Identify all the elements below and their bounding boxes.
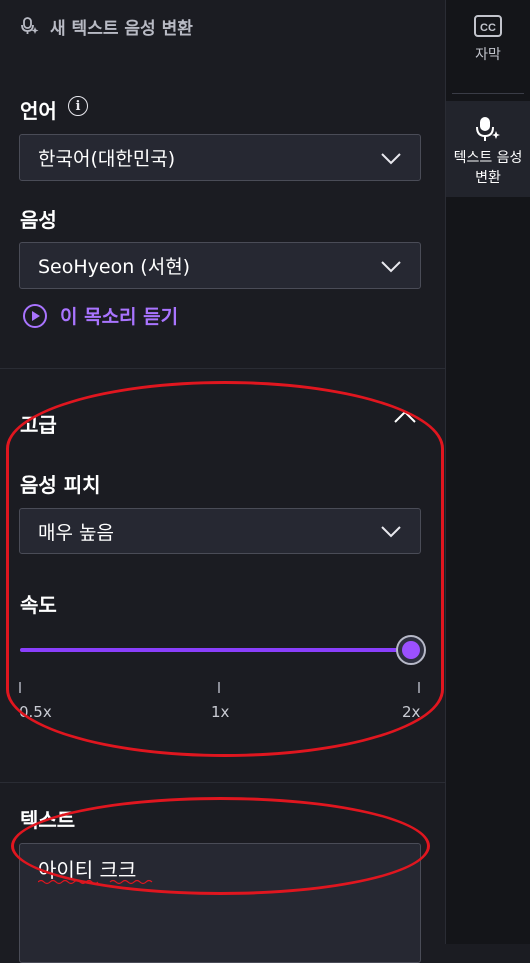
chevron-down-icon <box>381 260 401 272</box>
chevron-down-icon <box>381 526 401 538</box>
speed-tick <box>418 682 420 693</box>
voice-select[interactable]: SeoHyeon (서현) <box>19 242 421 289</box>
section-divider <box>0 368 446 369</box>
advanced-label: 고급 <box>20 413 57 437</box>
text-label: 텍스트 <box>20 808 76 832</box>
panel-title: 새 텍스트 음성 변환 <box>50 18 193 39</box>
speed-tick-label-max: 2x <box>402 703 421 721</box>
voice-label: 음성 <box>20 208 57 232</box>
speed-tick-label-min: 0.5x <box>19 703 52 721</box>
rail-item-captions-label: 자막 <box>475 47 501 63</box>
info-icon[interactable]: i <box>68 96 88 116</box>
rail-item-captions[interactable]: CC 자막 <box>446 14 530 86</box>
listen-voice-label: 이 목소리 듣기 <box>60 306 179 328</box>
chevron-up-icon[interactable] <box>392 408 418 426</box>
listen-voice-button[interactable]: 이 목소리 듣기 <box>22 302 178 329</box>
voice-sparkle-icon <box>476 117 500 141</box>
language-label: 언어 <box>20 99 57 123</box>
tts-panel: 새 텍스트 음성 변환 언어 i 한국어(대한민국) 음성 SeoHyeon (… <box>0 0 446 963</box>
closed-captions-icon: CC <box>474 15 502 37</box>
speed-label: 속도 <box>20 593 57 617</box>
speed-tick <box>218 682 220 693</box>
language-select-value: 한국어(대한민국) <box>38 148 176 170</box>
voice-select-value: SeoHyeon (서현) <box>38 256 191 278</box>
rail-item-tts-label-2: 변환 <box>475 170 501 186</box>
pitch-label: 음성 피치 <box>20 473 101 497</box>
speed-tick-label-mid: 1x <box>211 703 230 721</box>
speed-tick <box>19 682 21 693</box>
voice-sparkle-icon <box>21 17 39 34</box>
side-rail: CC 자막 텍스트 음성 변환 <box>446 0 530 944</box>
language-select[interactable]: 한국어(대한민국) <box>19 134 421 181</box>
panel-header: 새 텍스트 음성 변환 <box>20 12 193 40</box>
pitch-select[interactable]: 매우 높음 <box>19 508 421 554</box>
speed-slider-track[interactable] <box>20 648 412 652</box>
rail-divider <box>452 93 524 94</box>
text-input[interactable]: 아이티 크크 <box>19 843 421 963</box>
section-divider <box>0 782 446 783</box>
speed-slider-thumb[interactable] <box>396 635 426 665</box>
pitch-select-value: 매우 높음 <box>38 521 114 544</box>
rail-item-tts[interactable]: 텍스트 음성 변환 <box>446 101 530 197</box>
chevron-down-icon <box>381 152 401 164</box>
svg-text:CC: CC <box>480 22 496 34</box>
play-circle-icon <box>23 303 47 328</box>
rail-item-tts-label: 텍스트 음성 <box>453 150 523 166</box>
spellcheck-underline <box>38 879 153 885</box>
